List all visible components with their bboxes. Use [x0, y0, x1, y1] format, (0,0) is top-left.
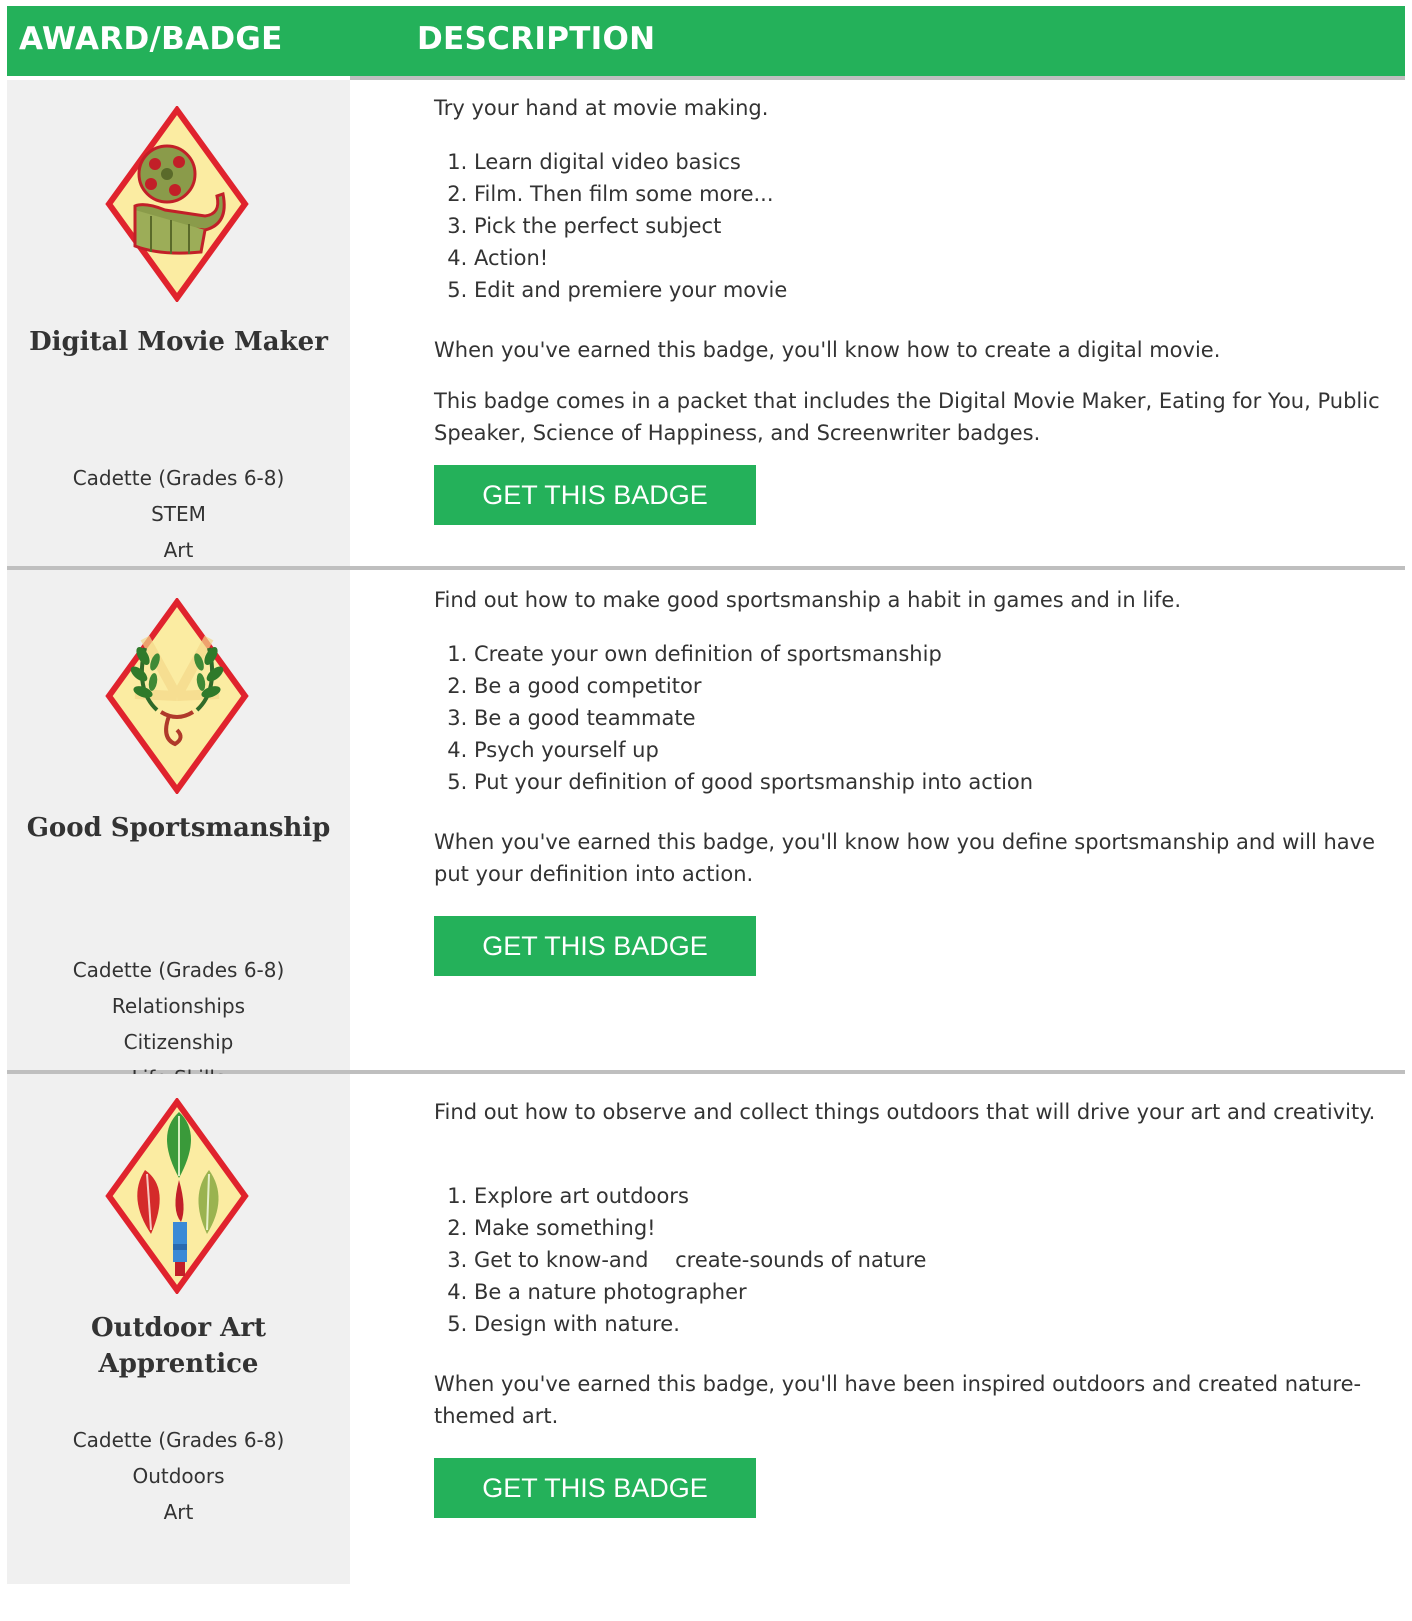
badge-title: Digital Movie Maker: [29, 327, 328, 357]
badge-meta: Cadette (Grades 6-8) Outdoors Art: [7, 1422, 350, 1530]
badge-row-digital-movie-maker: Digital Movie Maker Cadette (Grades 6-8)…: [7, 80, 1405, 566]
badge-title: Good Sportsmanship: [26, 813, 331, 843]
step-item: Make something!: [474, 1212, 926, 1244]
step-item: Edit and premiere your movie: [474, 274, 787, 306]
description-cell: Find out how to make good sportsmanship …: [350, 570, 1405, 1070]
step-item: Be a good teammate: [474, 702, 1033, 734]
steps-list: Explore art outdoors Make something! Get…: [434, 1180, 926, 1340]
badge-level: Cadette (Grades 6-8): [72, 958, 285, 982]
badge-category: Art: [163, 1500, 194, 1524]
header-award-badge: AWARD/BADGE: [19, 21, 283, 57]
step-item: Be a good competitor: [474, 670, 1033, 702]
header-description: DESCRIPTION: [417, 21, 656, 57]
badge-row-outdoor-art-apprentice: Outdoor Art Apprentice Cadette (Grades 6…: [7, 1074, 1405, 1584]
step-item: Film. Then film some more...: [474, 178, 787, 210]
badge-category: STEM: [151, 502, 206, 526]
badge-intro: Try your hand at movie making.: [434, 96, 769, 120]
badge-row-good-sportsmanship: Good Sportsmanship Cadette (Grades 6-8) …: [7, 570, 1405, 1090]
badge-table: AWARD/BADGE DESCRIPTION Digital Movie Ma…: [7, 6, 1405, 1584]
description-cell: Find out how to observe and collect thin…: [350, 1074, 1405, 1584]
step-item: Psych yourself up: [474, 734, 1033, 766]
step-item: Pick the perfect subject: [474, 210, 787, 242]
steps-list: Create your own definition of sportsmans…: [434, 638, 1033, 798]
badge-cell: Digital Movie Maker Cadette (Grades 6-8)…: [7, 80, 350, 566]
description-cell: Try your hand at movie making. Learn dig…: [350, 80, 1405, 566]
leaves-paintbrush-icon: [105, 1098, 249, 1294]
steps-list: Learn digital video basics Film. Then fi…: [434, 146, 787, 306]
badge-cell: Outdoor Art Apprentice Cadette (Grades 6…: [7, 1074, 350, 1584]
badge-outcome: When you've earned this badge, you'll kn…: [434, 830, 1376, 886]
step-item: Learn digital video basics: [474, 146, 787, 178]
badge-category: Relationships: [111, 994, 246, 1018]
step-item: Design with nature.: [474, 1308, 926, 1340]
badge-level: Cadette (Grades 6-8): [72, 1428, 285, 1452]
table-header: AWARD/BADGE DESCRIPTION: [7, 6, 1405, 76]
film-reel-icon: [105, 106, 249, 302]
badge-intro: Find out how to make good sportsmanship …: [434, 588, 1182, 612]
step-item: Create your own definition of sportsmans…: [474, 638, 1033, 670]
get-this-badge-button[interactable]: GET THIS BADGE: [434, 916, 756, 976]
get-this-badge-button[interactable]: GET THIS BADGE: [434, 1458, 756, 1518]
badge-cell: Good Sportsmanship Cadette (Grades 6-8) …: [7, 570, 350, 1090]
step-item: Put your definition of good sportsmanshi…: [474, 766, 1033, 798]
badge-level: Cadette (Grades 6-8): [72, 466, 285, 490]
badge-meta: Cadette (Grades 6-8) STEM Art: [7, 460, 350, 568]
badge-title: Outdoor Art Apprentice: [90, 1313, 267, 1379]
get-this-badge-button[interactable]: GET THIS BADGE: [434, 465, 756, 525]
badge-outcome: When you've earned this badge, you'll ha…: [434, 1372, 1362, 1428]
badge-category: Citizenship: [123, 1030, 234, 1054]
step-item: Be a nature photographer: [474, 1276, 926, 1308]
badge-outcome: When you've earned this badge, you'll kn…: [434, 338, 1221, 362]
badge-category: Art: [163, 538, 194, 562]
step-item: Get to know-and create-sounds of nature: [474, 1244, 926, 1276]
step-item: Explore art outdoors: [474, 1180, 926, 1212]
step-item: Action!: [474, 242, 787, 274]
badge-intro: Find out how to observe and collect thin…: [434, 1100, 1376, 1124]
badge-packet-note: This badge comes in a packet that includ…: [434, 389, 1380, 445]
badge-category: Outdoors: [132, 1464, 225, 1488]
laurel-wreath-icon: [105, 598, 249, 794]
